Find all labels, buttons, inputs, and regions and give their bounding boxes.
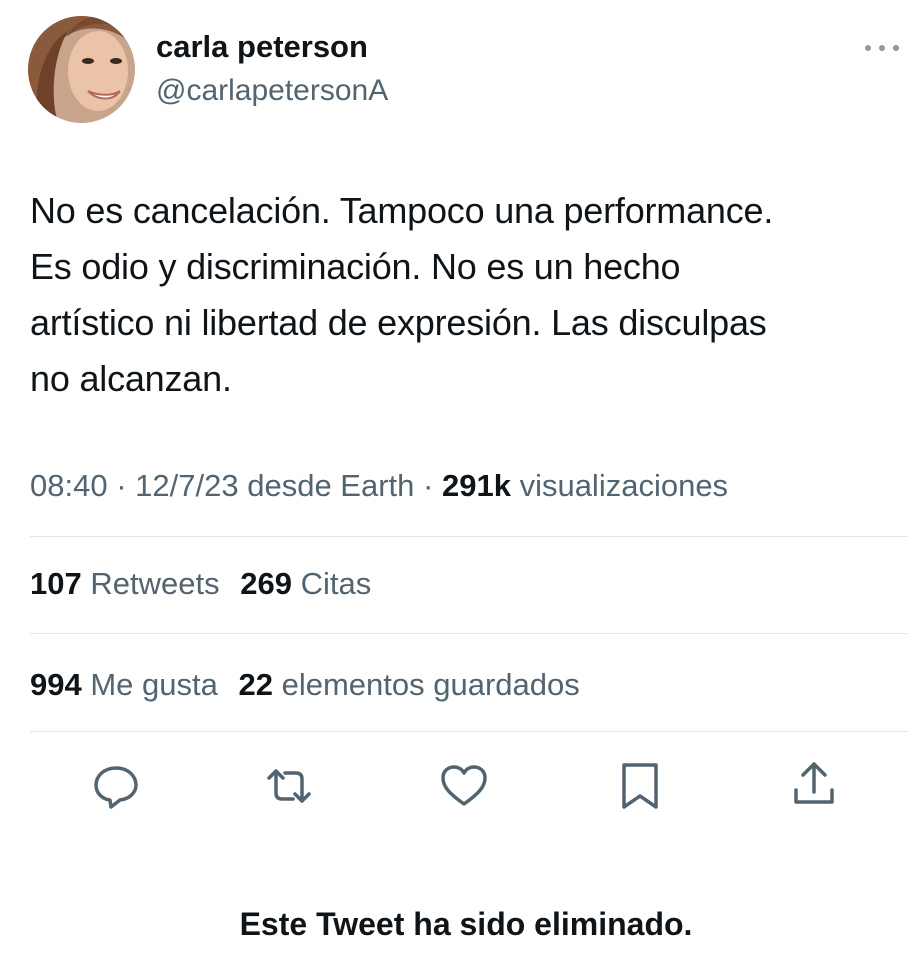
tweet-date[interactable]: 12/7/23 [135, 468, 238, 503]
likes-count: 994 [30, 667, 82, 702]
quotes-count: 269 [240, 566, 292, 601]
views-label: visualizaciones [519, 468, 729, 503]
quotes-stat[interactable]: 269 Citas [240, 564, 371, 604]
views-count: 291k [441, 468, 511, 503]
tweet-text: No es cancelación. Tampoco una performan… [30, 190, 774, 399]
tweet-source: desde Earth [247, 468, 415, 503]
profile-photo-icon [28, 16, 135, 123]
divider [30, 633, 908, 634]
more-options-icon[interactable] [860, 38, 904, 58]
reply-icon[interactable] [90, 760, 142, 812]
tweet-time[interactable]: 08:40 [30, 468, 108, 503]
share-icon[interactable] [788, 760, 840, 812]
avatar[interactable] [28, 16, 135, 123]
bookmarks-count: 22 [238, 667, 273, 702]
action-bar [0, 760, 916, 812]
meta-separator: · [423, 468, 434, 503]
retweet-icon[interactable] [263, 760, 315, 812]
bookmarks-stat[interactable]: 22 elementos guardados [239, 665, 580, 705]
author-name[interactable]: carla peterson [156, 28, 368, 66]
repost-stats: 107 Retweets 269 Citas [30, 564, 371, 604]
retweets-count: 107 [30, 566, 82, 601]
retweets-label: Retweets [90, 566, 220, 601]
deleted-notice: Este Tweet ha sido eliminado. [239, 906, 693, 942]
quotes-label: Citas [300, 566, 372, 601]
retweets-stat[interactable]: 107 Retweets [30, 564, 220, 604]
likes-label: Me gusta [90, 667, 218, 702]
divider [30, 536, 908, 537]
bookmark-icon[interactable] [614, 760, 666, 812]
tweet-meta: 08:40 · 12/7/23 desde Earth · 291k visua… [30, 466, 728, 506]
likes-stat[interactable]: 994 Me gusta [30, 665, 218, 705]
like-icon[interactable] [438, 760, 490, 812]
meta-separator: · [116, 468, 127, 503]
engagement-stats: 994 Me gusta 22 elementos guardados [30, 665, 580, 705]
bookmarks-label: elementos guardados [281, 667, 580, 702]
divider [30, 731, 908, 732]
author-handle[interactable]: @carlapetersonA [156, 72, 388, 110]
